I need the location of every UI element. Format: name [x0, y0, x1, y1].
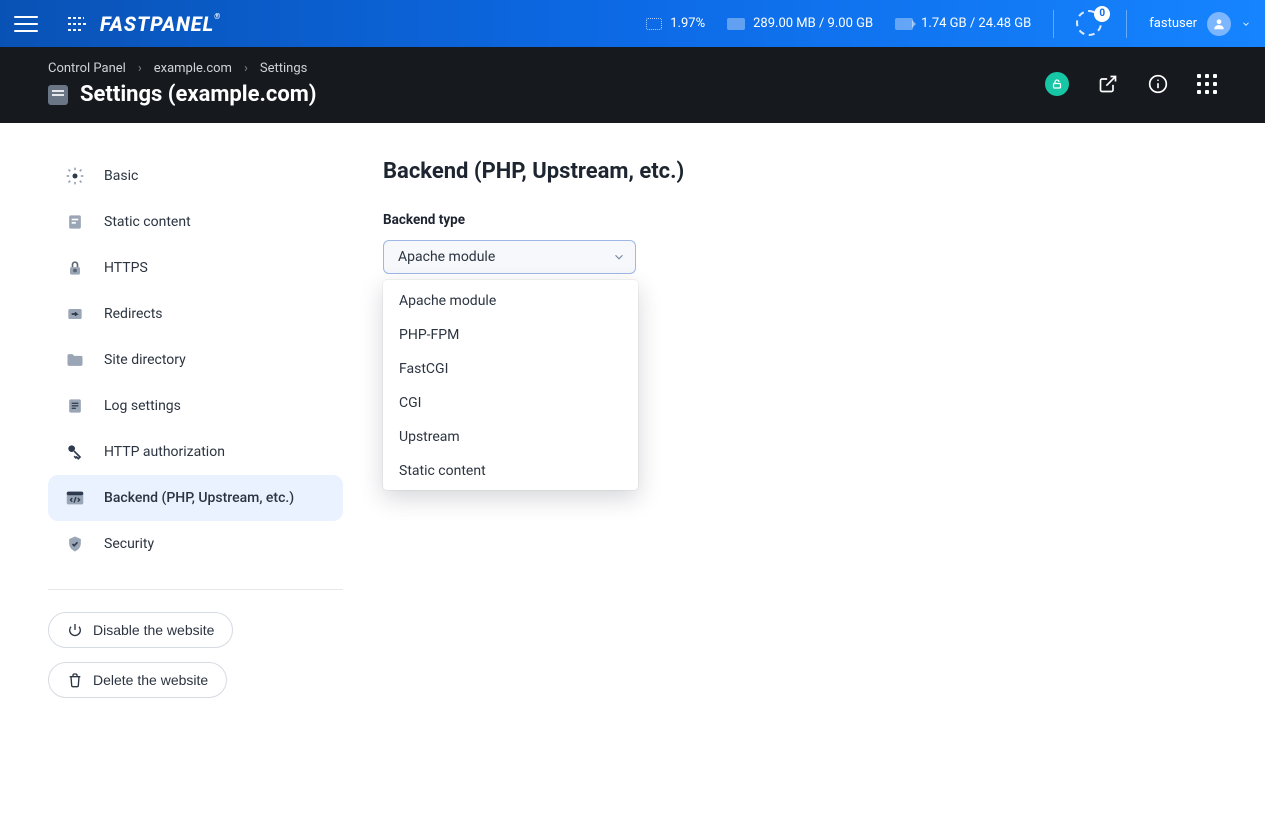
shield-icon — [64, 533, 86, 555]
sidebar-item-https[interactable]: HTTPS — [48, 245, 343, 291]
chevron-right-icon: › — [138, 61, 142, 76]
unlock-icon — [1051, 78, 1063, 90]
brand-text: FASTPANEL® — [100, 12, 221, 36]
delete-website-button[interactable]: Delete the website — [48, 662, 227, 698]
mem-stat: 289.00 MB / 9.00 GB — [727, 16, 873, 31]
redirect-icon — [64, 303, 86, 325]
dropdown-option-static[interactable]: Static content — [383, 454, 638, 486]
info-button[interactable] — [1147, 73, 1169, 95]
sidebar-item-security[interactable]: Security — [48, 521, 343, 567]
dropdown-option-fastcgi[interactable]: FastCGI — [383, 352, 638, 386]
sidebar-item-redirects[interactable]: Redirects — [48, 291, 343, 337]
list-icon — [64, 395, 86, 417]
backend-type-dropdown: Apache module PHP-FPM FastCGI CGI Upstre… — [383, 280, 638, 490]
cpu-value: 1.97% — [670, 16, 705, 31]
tasks-count-badge: 0 — [1094, 6, 1110, 22]
sidebar-item-auth[interactable]: HTTP authorization — [48, 429, 343, 475]
brand-glyph-icon — [66, 14, 94, 34]
backend-type-value: Apache module — [398, 249, 495, 265]
subheader: Control Panel › example.com › Settings S… — [0, 47, 1265, 123]
dropdown-option-cgi[interactable]: CGI — [383, 386, 638, 420]
open-site-button[interactable] — [1097, 73, 1119, 95]
sidebar-item-label: Security — [104, 536, 154, 552]
sidebar-item-backend[interactable]: Backend (PHP, Upstream, etc.) — [48, 475, 343, 521]
backend-type-label: Backend type — [383, 212, 1217, 228]
breadcrumb: Control Panel › example.com › Settings — [48, 61, 317, 76]
cpu-icon — [646, 18, 662, 30]
sidebar-item-label: HTTP authorization — [104, 444, 225, 460]
key-icon — [64, 441, 86, 463]
chevron-right-icon: › — [244, 61, 248, 76]
sidebar-item-label: Backend (PHP, Upstream, etc.) — [104, 490, 294, 506]
brand-logo[interactable]: FASTPANEL® — [66, 12, 221, 36]
folder-icon — [64, 349, 86, 371]
backend-type-field: Apache module Apache module PHP-FPM Fast… — [383, 240, 636, 274]
external-link-icon — [1098, 74, 1118, 94]
sidebar-item-label: Redirects — [104, 306, 163, 322]
sidebar-item-label: HTTPS — [104, 260, 148, 276]
gear-icon — [64, 165, 86, 187]
dropdown-option-upstream[interactable]: Upstream — [383, 420, 638, 454]
disk-value: 1.74 GB / 24.48 GB — [921, 16, 1031, 31]
sidebar-item-label: Site directory — [104, 352, 186, 368]
topbar-divider — [1053, 10, 1054, 38]
lock-icon — [64, 257, 86, 279]
sidebar-item-basic[interactable]: Basic — [48, 153, 343, 199]
disk-icon — [895, 18, 913, 30]
user-menu[interactable]: fastuser — [1149, 12, 1251, 36]
backend-type-select[interactable]: Apache module — [383, 240, 636, 274]
info-icon — [1148, 74, 1168, 94]
ssl-status-badge[interactable] — [1045, 72, 1069, 96]
sidebar-item-label: Basic — [104, 168, 138, 184]
sidebar-item-logs[interactable]: Log settings — [48, 383, 343, 429]
page-icon — [48, 85, 68, 105]
body: Basic Static content HTTPS Redirects Sit — [0, 123, 1265, 742]
cpu-stat: 1.97% — [646, 16, 705, 31]
avatar — [1207, 12, 1231, 36]
sidebar-item-directory[interactable]: Site directory — [48, 337, 343, 383]
sidebar-divider — [48, 589, 343, 590]
crumb-settings[interactable]: Settings — [260, 61, 307, 76]
disable-label: Disable the website — [93, 622, 214, 638]
mem-value: 289.00 MB / 9.00 GB — [753, 16, 873, 31]
disk-stat: 1.74 GB / 24.48 GB — [895, 16, 1031, 31]
document-icon — [64, 211, 86, 233]
dropdown-option-phpfpm[interactable]: PHP-FPM — [383, 318, 638, 352]
menu-toggle[interactable] — [14, 12, 38, 36]
crumb-domain[interactable]: example.com — [154, 61, 232, 76]
user-icon — [1212, 17, 1226, 31]
sidebar-item-static[interactable]: Static content — [48, 199, 343, 245]
apps-button[interactable] — [1197, 74, 1217, 94]
sidebar-item-label: Static content — [104, 214, 191, 230]
dropdown-option-apache[interactable]: Apache module — [383, 284, 638, 318]
panel-heading: Backend (PHP, Upstream, etc.) — [383, 159, 1217, 184]
trash-icon — [67, 672, 83, 688]
dropdown-scroll[interactable]: Apache module PHP-FPM FastCGI CGI Upstre… — [383, 284, 638, 486]
username: fastuser — [1149, 16, 1197, 31]
sidebar: Basic Static content HTTPS Redirects Sit — [48, 153, 343, 712]
chevron-down-icon — [612, 250, 626, 264]
delete-label: Delete the website — [93, 672, 208, 688]
main-panel: Backend (PHP, Upstream, etc.) Backend ty… — [383, 153, 1217, 712]
power-icon — [67, 622, 83, 638]
topbar: FASTPANEL® 1.97% 289.00 MB / 9.00 GB 1.7… — [0, 0, 1265, 47]
tasks-indicator[interactable]: 0 — [1076, 10, 1104, 38]
chevron-down-icon — [1241, 19, 1251, 29]
disable-website-button[interactable]: Disable the website — [48, 612, 233, 648]
crumb-control-panel[interactable]: Control Panel — [48, 61, 126, 76]
memory-icon — [727, 18, 745, 30]
code-icon — [64, 487, 86, 509]
sidebar-item-label: Log settings — [104, 398, 181, 414]
page-title: Settings (example.com) — [80, 82, 317, 107]
topbar-divider — [1126, 10, 1127, 38]
